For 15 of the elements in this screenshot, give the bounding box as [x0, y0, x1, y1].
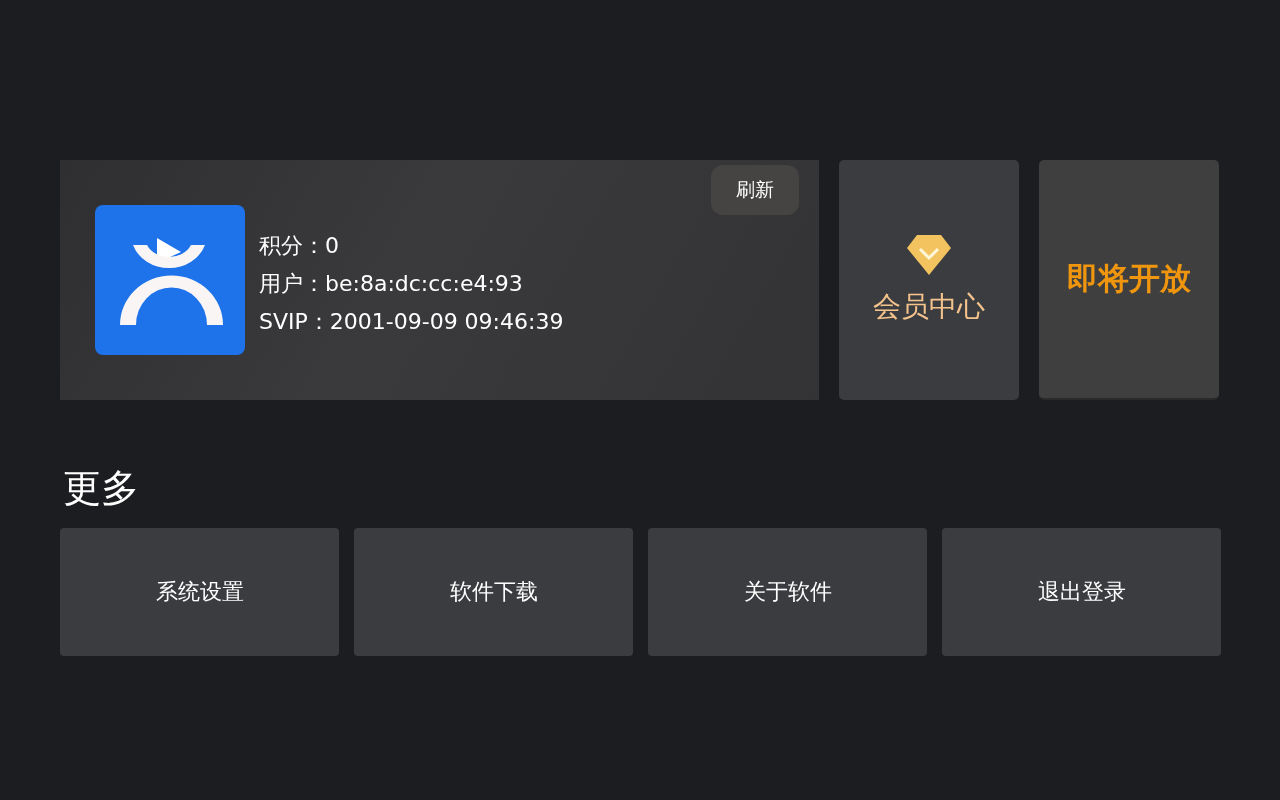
refresh-button[interactable]: 刷新: [711, 165, 799, 215]
section-title: 更多: [63, 465, 140, 512]
coming-soon-card[interactable]: 即将开放: [1039, 160, 1219, 400]
user-text: 用户：be:8a:dc:cc:e4:93: [259, 270, 524, 298]
coming-soon-label: 即将开放: [1067, 259, 1191, 298]
points-text: 积分：0: [259, 232, 340, 260]
app-logo-icon: [95, 205, 245, 355]
menu-tile[interactable]: 系统设置: [60, 528, 339, 656]
menu-tile[interactable]: 关于软件: [648, 528, 927, 656]
diamond-icon: [907, 234, 951, 276]
menu-tile[interactable]: 软件下载: [354, 528, 633, 656]
member-center-card[interactable]: 会员中心: [839, 160, 1019, 400]
menu-tile[interactable]: 退出登录: [942, 528, 1221, 656]
svip-text: SVIP：2001-09-09 09:46:39: [259, 308, 564, 336]
member-center-label: 会员中心: [873, 289, 985, 325]
